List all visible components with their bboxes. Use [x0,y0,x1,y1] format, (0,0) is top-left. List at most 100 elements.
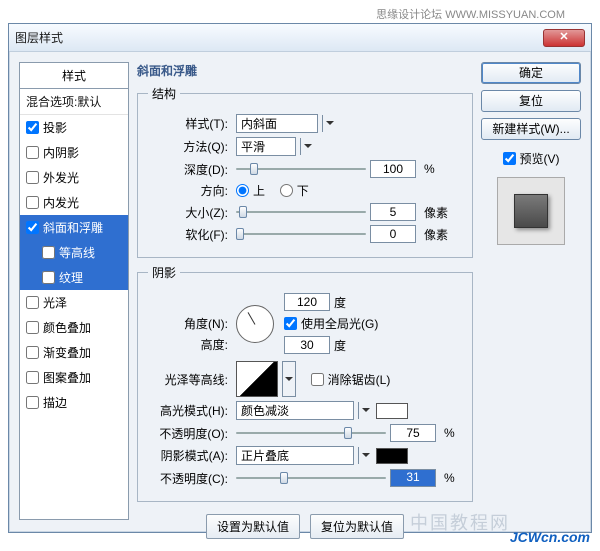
style-dropdown-icon[interactable] [322,115,336,132]
highlight-mode-label: 高光模式(H): [148,402,228,419]
style-checkbox[interactable] [26,396,39,409]
gloss-dropdown-icon[interactable] [282,361,296,397]
style-item-9[interactable]: 渐变叠加 [20,340,128,365]
dialog-title: 图层样式 [15,29,543,46]
style-item-label: 描边 [43,394,67,411]
style-item-label: 等高线 [59,244,95,261]
shadow-opacity-slider[interactable] [236,471,386,485]
direction-label: 方向: [148,182,228,199]
angle-dial[interactable] [236,305,274,343]
dialog-buttons: 确定 复位 新建样式(W)... 预览(V) [481,62,581,520]
technique-select[interactable]: 平滑 [236,137,296,156]
style-item-label: 内阴影 [43,144,79,161]
shadow-opacity-label: 不透明度(C): [148,470,228,487]
pixel-label: 像素 [424,204,448,221]
style-checkbox[interactable] [26,346,39,359]
style-item-4[interactable]: 斜面和浮雕 [20,215,128,240]
style-item-label: 斜面和浮雕 [43,219,103,236]
reset-default-button[interactable]: 复位为默认值 [310,514,404,539]
style-checkbox[interactable] [26,121,39,134]
preview-label: 预览(V) [520,150,560,167]
antialias-checkbox[interactable] [311,373,324,386]
structure-legend: 结构 [148,85,180,102]
depth-slider[interactable] [236,162,366,176]
style-item-1[interactable]: 内阴影 [20,140,128,165]
direction-down-label: 下 [297,182,309,199]
soften-label: 软化(F): [148,226,228,243]
layer-style-dialog: 图层样式 ✕ 样式 混合选项:默认 投影内阴影外发光内发光斜面和浮雕等高线纹理光… [8,23,592,533]
shadow-dropdown-icon[interactable] [358,447,372,464]
bevel-panel: 斜面和浮雕 结构 样式(T): 内斜面 方法(Q): 平滑 深度(D): [137,62,473,520]
altitude-input[interactable] [284,336,330,354]
highlight-mode-select[interactable]: 颜色减淡 [236,401,354,420]
style-item-label: 内发光 [43,194,79,211]
gloss-contour-picker[interactable] [236,361,278,397]
shadow-opacity-input[interactable]: 31 [390,469,436,487]
ok-button[interactable]: 确定 [481,62,581,84]
altitude-label: 高度: [148,336,228,353]
style-item-8[interactable]: 颜色叠加 [20,315,128,340]
style-item-7[interactable]: 光泽 [20,290,128,315]
antialias-label: 消除锯齿(L) [328,371,391,388]
size-slider[interactable] [236,205,366,219]
style-item-10[interactable]: 图案叠加 [20,365,128,390]
soften-slider[interactable] [236,227,366,241]
style-checkbox[interactable] [26,321,39,334]
make-default-button[interactable]: 设置为默认值 [206,514,300,539]
pixel-label: 像素 [424,226,448,243]
direction-down-radio[interactable] [280,184,293,197]
preview-checkbox[interactable] [503,152,516,165]
style-item-label: 光泽 [43,294,67,311]
style-item-0[interactable]: 投影 [20,115,128,140]
style-item-6[interactable]: 纹理 [20,265,128,290]
degree-label: 度 [334,337,346,354]
depth-label: 深度(D): [148,161,228,178]
new-style-button[interactable]: 新建样式(W)... [481,118,581,140]
style-item-5[interactable]: 等高线 [20,240,128,265]
direction-up-radio[interactable] [236,184,249,197]
style-checkbox[interactable] [26,171,39,184]
style-select[interactable]: 内斜面 [236,114,318,133]
preview-thumbnail [497,177,565,245]
shading-group: 阴影 角度(N): 度 使用全局光(G) [137,264,473,502]
highlight-color-swatch[interactable] [376,403,408,419]
style-checkbox[interactable] [42,246,55,259]
style-checkbox[interactable] [26,296,39,309]
titlebar[interactable]: 图层样式 ✕ [9,24,591,52]
shadow-mode-select[interactable]: 正片叠底 [236,446,354,465]
style-item-2[interactable]: 外发光 [20,165,128,190]
size-label: 大小(Z): [148,204,228,221]
shadow-mode-label: 阴影模式(A): [148,447,228,464]
style-item-label: 渐变叠加 [43,344,91,361]
style-checkbox[interactable] [26,146,39,159]
global-light-label: 使用全局光(G) [301,315,378,332]
angle-label: 角度(N): [148,315,228,332]
style-checkbox[interactable] [42,271,55,284]
blend-options-row[interactable]: 混合选项:默认 [20,89,128,115]
style-checkbox[interactable] [26,196,39,209]
style-item-label: 颜色叠加 [43,319,91,336]
highlight-opacity-slider[interactable] [236,426,386,440]
technique-dropdown-icon[interactable] [300,138,314,155]
style-checkbox[interactable] [26,221,39,234]
percent-label: % [444,471,455,485]
structure-group: 结构 样式(T): 内斜面 方法(Q): 平滑 深度(D): [137,85,473,258]
direction-up-label: 上 [253,182,265,199]
panel-title: 斜面和浮雕 [137,62,473,79]
reset-button[interactable]: 复位 [481,90,581,112]
close-button[interactable]: ✕ [543,29,585,47]
styles-list: 样式 混合选项:默认 投影内阴影外发光内发光斜面和浮雕等高线纹理光泽颜色叠加渐变… [19,62,129,520]
angle-input[interactable] [284,293,330,311]
watermark-logo: JCWcn.com [510,529,590,545]
styles-header[interactable]: 样式 [20,63,128,89]
depth-input[interactable] [370,160,416,178]
style-item-3[interactable]: 内发光 [20,190,128,215]
highlight-opacity-input[interactable] [390,424,436,442]
soften-input[interactable] [370,225,416,243]
style-checkbox[interactable] [26,371,39,384]
style-item-11[interactable]: 描边 [20,390,128,415]
global-light-checkbox[interactable] [284,317,297,330]
shadow-color-swatch[interactable] [376,448,408,464]
highlight-dropdown-icon[interactable] [358,402,372,419]
size-input[interactable] [370,203,416,221]
